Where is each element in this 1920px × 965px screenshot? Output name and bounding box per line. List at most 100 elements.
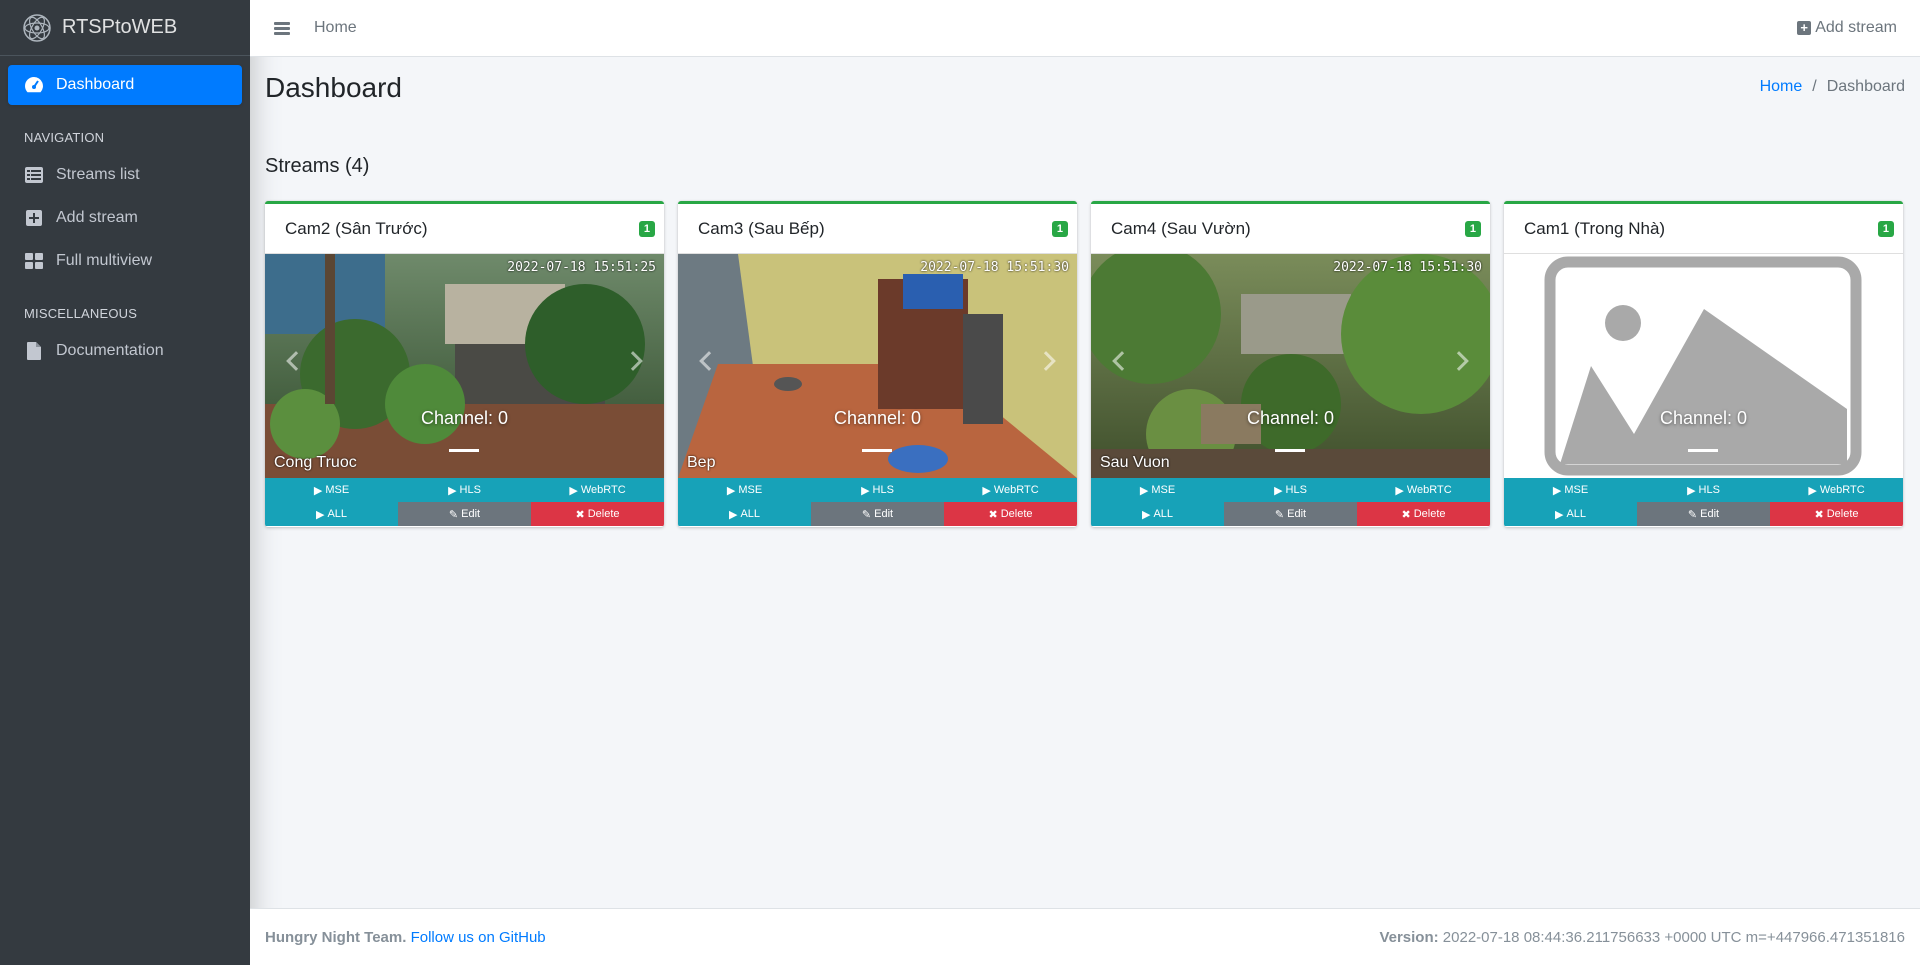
play-icon: ▶ xyxy=(1808,484,1817,497)
edit-button[interactable]: ✎ Edit xyxy=(398,502,531,526)
channel-count-badge: 1 xyxy=(638,221,655,237)
play-icon: ▶ xyxy=(1554,508,1564,521)
breadcrumb-current: Dashboard xyxy=(1826,78,1905,95)
plus-square-icon xyxy=(24,208,44,228)
top-home-link[interactable]: Home xyxy=(314,19,357,37)
stream-title: Cam4 (Sau Vườn) xyxy=(1111,218,1251,238)
play-mse-button[interactable]: ▶ MSE xyxy=(265,478,398,502)
sidebar-item-full-multiview[interactable]: Full multiview xyxy=(8,241,242,281)
camera-osd-label: Bep xyxy=(687,454,716,471)
edit-button[interactable]: ✎ Edit xyxy=(1637,502,1770,526)
menu-toggle-icon[interactable] xyxy=(274,20,290,37)
play-hls-button[interactable]: ▶ HLS xyxy=(1224,478,1357,502)
channel-caption: Channel: 0 xyxy=(1659,408,1748,428)
brand-logo-icon xyxy=(23,13,51,42)
edit-button[interactable]: ✎ Edit xyxy=(811,502,944,526)
play-hls-button[interactable]: ▶ HLS xyxy=(398,478,531,502)
breadcrumb-separator: / xyxy=(1812,78,1817,95)
brand-link[interactable]: RTSPtoWEB xyxy=(0,0,250,56)
channel-count-badge: 1 xyxy=(1051,221,1068,237)
camera-snapshot-image xyxy=(1091,254,1490,478)
footer-left: Hungry Night Team. Follow us on GitHub xyxy=(265,929,546,946)
play-icon: ▶ xyxy=(1141,508,1151,521)
carousel-indicator[interactable] xyxy=(862,449,892,452)
file-icon xyxy=(24,341,44,361)
stream-preview[interactable]: 2022-07-18 15:51:25 Cong Truoc Channel: … xyxy=(265,254,664,478)
sidebar-item-label: Dashboard xyxy=(56,76,135,93)
play-icon: ▶ xyxy=(448,484,457,497)
top-add-stream-label: Add stream xyxy=(1815,19,1897,36)
play-all-button[interactable]: ▶ ALL xyxy=(1504,502,1637,526)
delete-button[interactable]: ✖ Delete xyxy=(531,502,664,526)
breadcrumb: Home / Dashboard xyxy=(1760,78,1905,96)
play-mse-button[interactable]: ▶ MSE xyxy=(678,478,811,502)
image-placeholder-icon xyxy=(1504,254,1903,478)
sidebar-item-add-stream[interactable]: Add stream xyxy=(8,198,242,238)
play-icon: ▶ xyxy=(728,508,738,521)
play-all-button[interactable]: ▶ ALL xyxy=(1091,502,1224,526)
play-icon: ▶ xyxy=(1552,484,1562,497)
stream-preview[interactable]: Channel: 0 xyxy=(1504,254,1903,478)
action-buttons-row: ▶ ALL ✎ Edit ✖ Delete xyxy=(678,502,1077,526)
edit-icon: ✎ xyxy=(1274,508,1285,521)
play-webrtc-button[interactable]: ▶ WebRTC xyxy=(531,478,664,502)
delete-button[interactable]: ✖ Delete xyxy=(944,502,1077,526)
play-icon: ▶ xyxy=(315,508,325,521)
play-icon: ▶ xyxy=(982,484,991,497)
play-icon: ▶ xyxy=(1395,484,1404,497)
play-webrtc-button[interactable]: ▶ WebRTC xyxy=(944,478,1077,502)
sidebar-item-dashboard[interactable]: Dashboard xyxy=(8,65,242,105)
list-icon xyxy=(24,165,44,185)
version-value: 2022-07-18 08:44:36.211756633 +0000 UTC … xyxy=(1442,928,1905,946)
play-webrtc-button[interactable]: ▶ WebRTC xyxy=(1357,478,1490,502)
stream-title: Cam3 (Sau Bếp) xyxy=(698,218,825,238)
play-buttons-row: ▶ MSE ▶ HLS ▶ WebRTC xyxy=(1091,478,1490,502)
footer-team: Hungry Night Team. xyxy=(265,928,407,946)
delete-button[interactable]: ✖ Delete xyxy=(1770,502,1903,526)
action-buttons-row: ▶ ALL ✎ Edit ✖ Delete xyxy=(1504,502,1903,526)
sidebar-item-documentation[interactable]: Documentation xyxy=(8,331,242,371)
action-buttons-row: ▶ ALL ✎ Edit ✖ Delete xyxy=(265,502,664,526)
card-header: Cam2 (Sân Trước) 1 xyxy=(265,204,664,254)
carousel-indicator[interactable] xyxy=(1688,449,1718,452)
sidebar-item-label: Add stream xyxy=(56,209,138,226)
stream-title: Cam2 (Sân Trước) xyxy=(285,218,428,238)
stream-preview[interactable]: 2022-07-18 15:51:30 Bep Channel: 0 xyxy=(678,254,1077,478)
camera-snapshot-image xyxy=(678,254,1077,478)
card-header: Cam1 (Trong Nhà) 1 xyxy=(1504,204,1903,254)
play-mse-button[interactable]: ▶ MSE xyxy=(1091,478,1224,502)
camera-osd-label: Sau Vuon xyxy=(1100,454,1170,471)
card-header: Cam4 (Sau Vườn) 1 xyxy=(1091,204,1490,254)
sidebar-item-label: Full multiview xyxy=(56,252,153,269)
close-icon: ✖ xyxy=(988,508,998,521)
channel-caption: Channel: 0 xyxy=(1246,408,1335,428)
edit-icon: ✎ xyxy=(861,508,872,521)
play-hls-button[interactable]: ▶ HLS xyxy=(1637,478,1770,502)
play-hls-button[interactable]: ▶ HLS xyxy=(811,478,944,502)
edit-button[interactable]: ✎ Edit xyxy=(1224,502,1357,526)
top-add-stream-link[interactable]: + Add stream xyxy=(1797,19,1897,37)
play-buttons-row: ▶ MSE ▶ HLS ▶ WebRTC xyxy=(678,478,1077,502)
sidebar-item-label: Documentation xyxy=(56,342,164,359)
carousel-indicator[interactable] xyxy=(1275,449,1305,452)
delete-button[interactable]: ✖ Delete xyxy=(1357,502,1490,526)
play-mse-button[interactable]: ▶ MSE xyxy=(1504,478,1637,502)
play-icon: ▶ xyxy=(1274,484,1283,497)
play-webrtc-button[interactable]: ▶ WebRTC xyxy=(1770,478,1903,502)
github-link[interactable]: Follow us on GitHub xyxy=(411,929,546,946)
edit-icon: ✎ xyxy=(1687,508,1698,521)
grid-icon xyxy=(24,251,44,271)
stream-title: Cam1 (Trong Nhà) xyxy=(1524,218,1666,238)
sidebar-item-streams-list[interactable]: Streams list xyxy=(8,155,242,195)
play-all-button[interactable]: ▶ ALL xyxy=(678,502,811,526)
play-all-button[interactable]: ▶ ALL xyxy=(265,502,398,526)
version-label: Version: xyxy=(1379,928,1439,946)
breadcrumb-home-link[interactable]: Home xyxy=(1760,78,1803,96)
carousel-indicator[interactable] xyxy=(449,449,479,452)
nav-header-miscellaneous: MISCELLANEOUS xyxy=(24,306,138,321)
stream-card: Cam4 (Sau Vườn) 1 2022-07-18 15:51:30 Sa… xyxy=(1091,201,1490,527)
stream-preview[interactable]: 2022-07-18 15:51:30 Sau Vuon Channel: 0 xyxy=(1091,254,1490,478)
card-header: Cam3 (Sau Bếp) 1 xyxy=(678,204,1077,254)
sidebar-item-label: Streams list xyxy=(56,166,140,183)
nav-header-navigation: NAVIGATION xyxy=(24,130,105,145)
